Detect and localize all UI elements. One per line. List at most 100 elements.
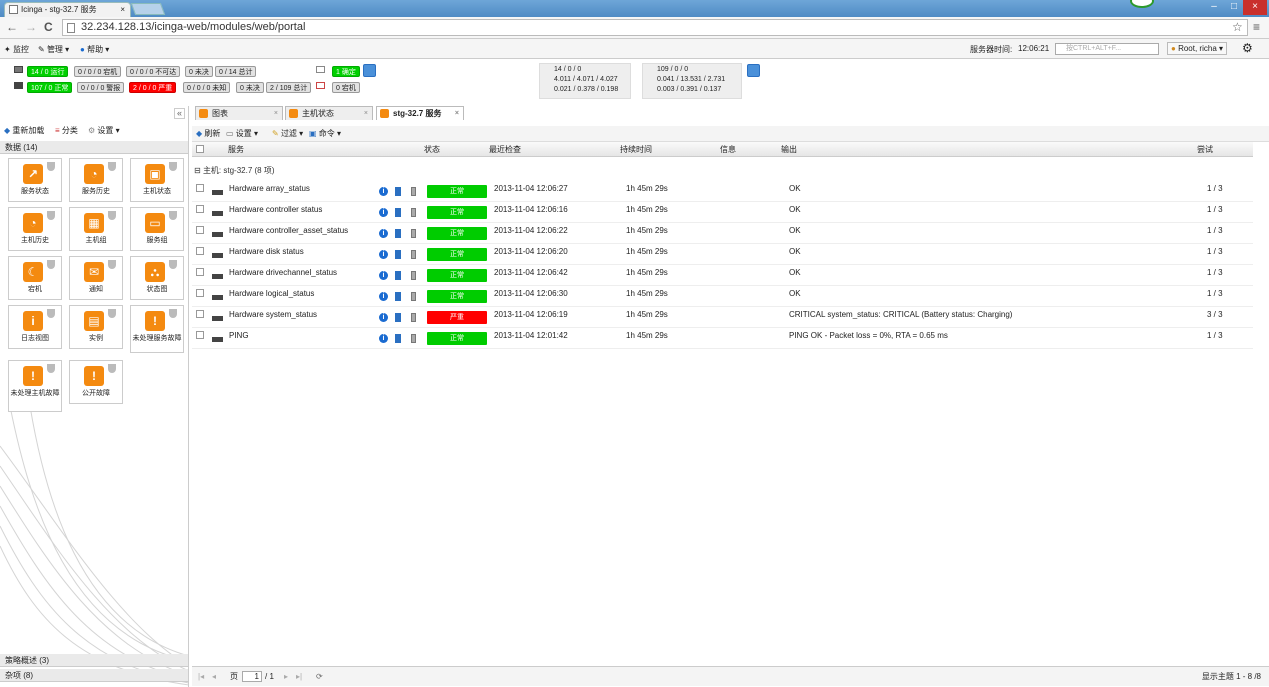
tile-host-groups[interactable]: ▦ 主机组 [69,207,123,251]
settings-gear-icon[interactable]: ⚙ [1242,41,1253,55]
host-icon[interactable] [411,229,416,238]
reload-button[interactable]: C [44,20,53,34]
new-tab-button[interactable] [130,3,166,15]
prev-page-icon[interactable]: ◂ [212,667,216,686]
menu-monitor[interactable]: ✦ 监控 [4,44,29,55]
tile-host-history[interactable]: ◔ 主机历史 [8,207,62,251]
table-row[interactable]: Hardware logical_status i 正常 2013-11-04 12:… [192,286,1253,307]
service-name[interactable]: Hardware controller_asset_status [229,226,348,235]
col-last-check[interactable]: 最近检查 [489,142,521,157]
host-up-count[interactable]: 14 / 0 运行 [27,66,69,77]
graph-icon[interactable] [395,334,401,343]
host-total-count[interactable]: 0 / 14 总计 [215,66,257,77]
host-icon[interactable] [411,250,416,259]
user-menu[interactable]: ● Root, richa ▾ [1167,42,1228,55]
col-info[interactable]: 信息 [720,142,736,157]
service-name[interactable]: Hardware system_status [229,310,317,319]
info-icon[interactable]: i [379,187,388,196]
service-name[interactable]: Hardware logical_status [229,289,314,298]
close-tab-icon[interactable]: × [455,107,459,120]
url-input[interactable]: 32.234.128.13/icinga-web/modules/web/por… [62,19,1248,36]
row-checkbox[interactable] [196,184,204,192]
table-row[interactable]: Hardware disk status i 正常 2013-11-04 12:06:… [192,244,1253,265]
host-unreachable-count[interactable]: 0 / 0 / 0 不可达 [126,66,181,77]
table-row[interactable]: PING i 正常 2013-11-04 12:01:42 1h 45m 29s PING… [192,328,1253,349]
close-window-button[interactable]: × [1243,0,1267,15]
table-row[interactable]: Hardware controller status i 正常 2013-11-04 … [192,202,1253,223]
host-icon[interactable] [411,208,416,217]
tile-open-problems[interactable]: ! 公开故障 [69,360,123,404]
tile-service-history[interactable]: ◔ 服务历史 [69,158,123,202]
back-button[interactable]: ← [6,20,18,34]
service-ok-count[interactable]: 107 / 0 正常 [27,82,73,93]
service-name[interactable]: Hardware controller status [229,205,322,214]
refresh-perf-icon[interactable] [747,64,760,77]
sidebar-reload-button[interactable]: ◆ 重新加载 [4,124,44,138]
host-icon[interactable] [411,187,416,196]
tile-service-groups[interactable]: ▭ 服务组 [130,207,184,251]
forward-button[interactable]: → [25,20,37,34]
close-tab-icon[interactable]: × [364,107,368,120]
service-name[interactable]: Hardware drivechannel_status [229,268,337,277]
close-tab-icon[interactable]: × [274,107,278,120]
row-checkbox[interactable] [196,310,204,318]
col-output[interactable]: 输出 [781,142,797,157]
reload-grid-icon[interactable]: ⟳ [316,667,323,686]
service-pending-count[interactable]: 0 未决 [236,82,264,93]
close-tab-icon[interactable]: × [120,3,125,16]
service-warning-count[interactable]: 0 / 0 / 0 警报 [77,82,125,93]
graph-icon[interactable] [395,271,401,280]
first-page-icon[interactable]: |◂ [198,667,204,686]
host-icon[interactable] [411,334,416,343]
bookmark-star-icon[interactable]: ☆ [1232,20,1243,34]
section-policy-overview[interactable]: 策略概述 (3) [0,654,188,667]
collapse-sidebar-button[interactable]: « [174,108,186,119]
row-checkbox[interactable] [196,205,204,213]
tile-unhandled-host-problems[interactable]: ! 未处理主机故障 [8,360,62,412]
service-total-count[interactable]: 2 / 109 总计 [266,82,312,93]
host-pending-count[interactable]: 0 未决 [185,66,213,77]
table-row[interactable]: Hardware array_status i 正常 2013-11-04 12:06… [192,181,1253,202]
graph-icon[interactable] [395,313,401,322]
tile-host-status[interactable]: ▣ 主机状态 [130,158,184,202]
ack-count[interactable]: 1 确定 [332,66,360,77]
service-name[interactable]: PING [229,331,249,340]
page-input[interactable]: 1 [242,671,262,682]
graph-icon[interactable] [395,208,401,217]
info-icon[interactable]: i [379,229,388,238]
info-icon[interactable]: i [379,292,388,301]
row-checkbox[interactable] [196,268,204,276]
tile-downtime[interactable]: ☾ 宕机 [8,256,62,300]
browser-menu-icon[interactable]: ≡ [1253,20,1260,34]
graph-icon[interactable] [395,250,401,259]
col-attempt[interactable]: 尝试 [1197,142,1213,157]
tab-host-status[interactable]: 主机状态 × [285,106,373,120]
row-checkbox[interactable] [196,226,204,234]
row-checkbox[interactable] [196,331,204,339]
tile-notifications[interactable]: ✉ 通知 [69,256,123,300]
tab-stg-services[interactable]: stg-32.7 服务 × [376,106,464,120]
section-misc[interactable]: 杂项 (8) [0,669,188,682]
host-down-count[interactable]: 0 / 0 / 0 宕机 [74,66,122,77]
tile-status-map[interactable]: ⛬ 状态图 [130,256,184,300]
info-icon[interactable]: i [379,250,388,259]
table-row[interactable]: Hardware drivechannel_status i 正常 2013-11-0… [192,265,1253,286]
row-checkbox[interactable] [196,247,204,255]
graph-icon[interactable] [395,229,401,238]
command-button[interactable]: ▣ 命令 ▾ [309,128,341,139]
group-header[interactable]: ⊟ 主机: stg-32.7 (8 项) [194,165,275,176]
table-row[interactable]: Hardware controller_asset_status i 正常 2013-… [192,223,1253,244]
tile-unhandled-service-problems[interactable]: ! 未处理服务故障 [130,305,184,353]
host-icon[interactable] [411,271,416,280]
host-icon[interactable] [411,292,416,301]
next-page-icon[interactable]: ▸ [284,667,288,686]
graph-icon[interactable] [395,187,401,196]
sidebar-categories-button[interactable]: ≡ 分类 [55,124,78,138]
info-icon[interactable]: i [379,208,388,217]
refresh-status-icon[interactable] [363,64,376,77]
menu-admin[interactable]: ✎ 管理 ▾ [38,44,69,55]
service-unknown-count[interactable]: 0 / 0 / 0 未知 [183,82,231,93]
col-service[interactable]: 服务 [228,142,244,157]
host-icon[interactable] [411,313,416,322]
search-input[interactable]: 按CTRL+ALT+F... [1055,43,1159,55]
